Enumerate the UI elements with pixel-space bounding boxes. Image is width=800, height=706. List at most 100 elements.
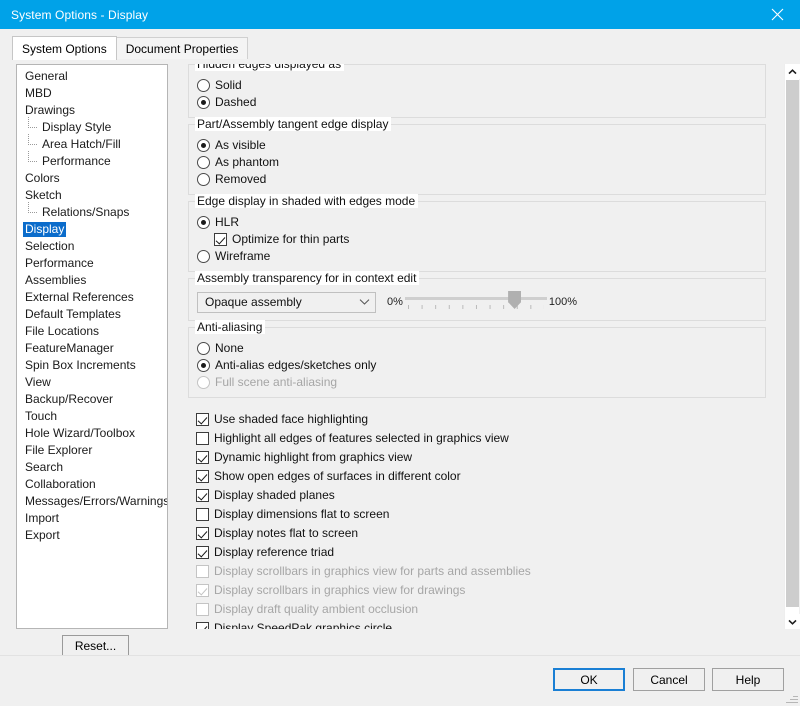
radio-label: Wireframe — [215, 249, 271, 263]
radio-label: As visible — [215, 138, 266, 152]
sidebar-item-featuremanager[interactable]: FeatureManager — [17, 340, 167, 357]
sidebar-item-default-templates[interactable]: Default Templates — [17, 306, 167, 323]
tab-document-properties[interactable]: Document Properties — [115, 37, 249, 60]
checkbox-show-open-edges-of-surfaces-in-different-color[interactable]: Show open edges of surfaces in different… — [196, 468, 758, 484]
radio-hidden-edges-dashed[interactable]: Dashed — [197, 94, 757, 110]
options-pane-content: Hidden edges displayed as Solid Dashed P… — [188, 64, 766, 629]
checkbox-display-scrollbars-in-graphics-view-for-drawings: Display scrollbars in graphics view for … — [196, 582, 758, 598]
sidebar-item-file-explorer[interactable]: File Explorer — [17, 442, 167, 459]
radio-aa-none[interactable]: None — [197, 340, 757, 356]
sidebar-item-backup-recover[interactable]: Backup/Recover — [17, 391, 167, 408]
checkbox-dynamic-highlight-from-graphics-view[interactable]: Dynamic highlight from graphics view — [196, 449, 758, 465]
radio-aa-edges-sketches[interactable]: Anti-alias edges/sketches only — [197, 357, 757, 373]
sidebar-item-file-locations[interactable]: File Locations — [17, 323, 167, 340]
sidebar-item-area-hatch-fill[interactable]: Area Hatch/Fill — [17, 134, 167, 153]
checkbox-display-dimensions-flat-to-screen[interactable]: Display dimensions flat to screen — [196, 506, 758, 522]
sidebar-item-display-style[interactable]: Display Style — [17, 117, 167, 136]
group-assembly-transparency-title: Assembly transparency for in context edi… — [195, 271, 420, 285]
sidebar-item-search[interactable]: Search — [17, 459, 167, 476]
sidebar-item-assemblies[interactable]: Assemblies — [17, 272, 167, 289]
sidebar-item-relations-snaps[interactable]: Relations/Snaps — [17, 202, 167, 221]
sidebar-item-spin-box-increments[interactable]: Spin Box Increments — [17, 357, 167, 374]
checkbox-icon — [214, 232, 227, 246]
sidebar-item-import[interactable]: Import — [17, 510, 167, 527]
sidebar-item-export[interactable]: Export — [17, 527, 167, 544]
checkbox-display-notes-flat-to-screen[interactable]: Display notes flat to screen — [196, 525, 758, 541]
assembly-transparency-select[interactable]: Opaque assembly — [197, 291, 376, 313]
checkbox-display-draft-quality-ambient-occlusion: Display draft quality ambient occlusion — [196, 601, 758, 617]
scroll-up-button[interactable] — [785, 64, 800, 79]
radio-edge-wireframe[interactable]: Wireframe — [197, 248, 757, 264]
group-assembly-transparency: Assembly transparency for in context edi… — [188, 271, 766, 321]
tab-list: System Options Document Properties — [12, 36, 249, 60]
reset-button[interactable]: Reset... — [62, 635, 129, 657]
options-category-tree[interactable]: General MBD Drawings Display Style Area Hatc… — [16, 64, 168, 629]
radio-label: Full scene anti-aliasing — [215, 375, 338, 389]
sidebar-item-colors[interactable]: Colors — [17, 170, 167, 187]
sidebar-item-external-references[interactable]: External References — [17, 289, 167, 306]
sidebar-item-touch[interactable]: Touch — [17, 408, 167, 425]
help-button[interactable]: Help — [712, 668, 784, 691]
radio-icon — [197, 358, 210, 372]
sidebar-item-label: Performance — [25, 256, 94, 270]
slider-ticks — [407, 305, 544, 309]
checkbox-icon — [196, 469, 209, 483]
radio-tangent-as-visible[interactable]: As visible — [197, 137, 757, 153]
sidebar-item-performance[interactable]: Performance — [17, 255, 167, 272]
sidebar-item-performance[interactable]: Performance — [17, 151, 167, 170]
system-options-dialog: System Options - Display System Options … — [0, 0, 800, 706]
transparency-min-label: 0% — [387, 296, 403, 308]
assembly-transparency-value: Opaque assembly — [205, 295, 302, 309]
scroll-down-button[interactable] — [785, 614, 800, 629]
radio-label: None — [215, 341, 244, 355]
sidebar-item-display[interactable]: Display — [17, 221, 167, 238]
radio-hidden-edges-solid[interactable]: Solid — [197, 77, 757, 93]
ok-button[interactable]: OK — [553, 668, 625, 691]
radio-label: Solid — [215, 78, 242, 92]
sidebar-item-messages-errors-warnings[interactable]: Messages/Errors/Warnings — [17, 493, 167, 510]
tab-system-options[interactable]: System Options — [12, 36, 117, 60]
checkbox-highlight-all-edges-of-features-selected-in-graphics-view[interactable]: Highlight all edges of features selected… — [196, 430, 758, 446]
checkbox-icon — [196, 583, 209, 597]
sidebar-item-sketch[interactable]: Sketch — [17, 187, 167, 204]
checkbox-icon — [196, 602, 209, 616]
chevron-up-icon — [788, 68, 797, 74]
radio-aa-full-scene: Full scene anti-aliasing — [197, 374, 757, 390]
checkbox-display-shaded-planes[interactable]: Display shaded planes — [196, 487, 758, 503]
sidebar-item-drawings[interactable]: Drawings — [17, 102, 167, 119]
sidebar-item-label: Touch — [25, 409, 58, 423]
group-tangent-edge-title: Part/Assembly tangent edge display — [195, 117, 392, 131]
checkbox-use-shaded-face-highlighting[interactable]: Use shaded face highlighting — [196, 411, 758, 427]
sidebar-item-hole-wizard-toolbox[interactable]: Hole Wizard/Toolbox — [17, 425, 167, 442]
options-scrollbar[interactable] — [784, 64, 800, 629]
sidebar-item-view[interactable]: View — [17, 374, 167, 391]
cancel-button[interactable]: Cancel — [633, 668, 705, 691]
radio-tangent-as-phantom[interactable]: As phantom — [197, 154, 757, 170]
sidebar-item-label: External References — [25, 290, 134, 304]
sidebar-item-general[interactable]: General — [17, 68, 167, 85]
checkbox-label: Show open edges of surfaces in different… — [214, 469, 461, 483]
slider-track — [404, 297, 547, 300]
dialog-footer: OK Cancel Help — [0, 655, 800, 706]
sidebar-item-label: Messages/Errors/Warnings — [25, 494, 168, 508]
cancel-button-label: Cancel — [650, 672, 688, 687]
checkbox-display-reference-triad[interactable]: Display reference triad — [196, 544, 758, 560]
scrollbar-thumb[interactable] — [786, 80, 799, 607]
radio-edge-hlr[interactable]: HLR — [197, 214, 757, 230]
close-button[interactable] — [755, 0, 800, 29]
resize-grip[interactable] — [785, 691, 798, 704]
checkbox-optimize-thin-parts[interactable]: Optimize for thin parts — [197, 231, 757, 247]
group-hidden-edges: Hidden edges displayed as Solid Dashed — [188, 64, 766, 118]
sidebar-item-label: MBD — [25, 86, 52, 100]
checkbox-display-speedpak-graphics-circle[interactable]: Display SpeedPak graphics circle — [196, 620, 758, 629]
sidebar-item-mbd[interactable]: MBD — [17, 85, 167, 102]
sidebar-item-label: Export — [25, 528, 60, 542]
checkbox-label: Display reference triad — [214, 545, 335, 559]
transparency-slider[interactable] — [404, 290, 547, 314]
sidebar-item-selection[interactable]: Selection — [17, 238, 167, 255]
radio-tangent-removed[interactable]: Removed — [197, 171, 757, 187]
checkbox-display-scrollbars-in-graphics-view-for-parts-and-assemblies: Display scrollbars in graphics view for … — [196, 563, 758, 579]
title-bar: System Options - Display — [0, 0, 800, 29]
sidebar-item-collaboration[interactable]: Collaboration — [17, 476, 167, 493]
group-anti-aliasing-title: Anti-aliasing — [195, 320, 266, 334]
